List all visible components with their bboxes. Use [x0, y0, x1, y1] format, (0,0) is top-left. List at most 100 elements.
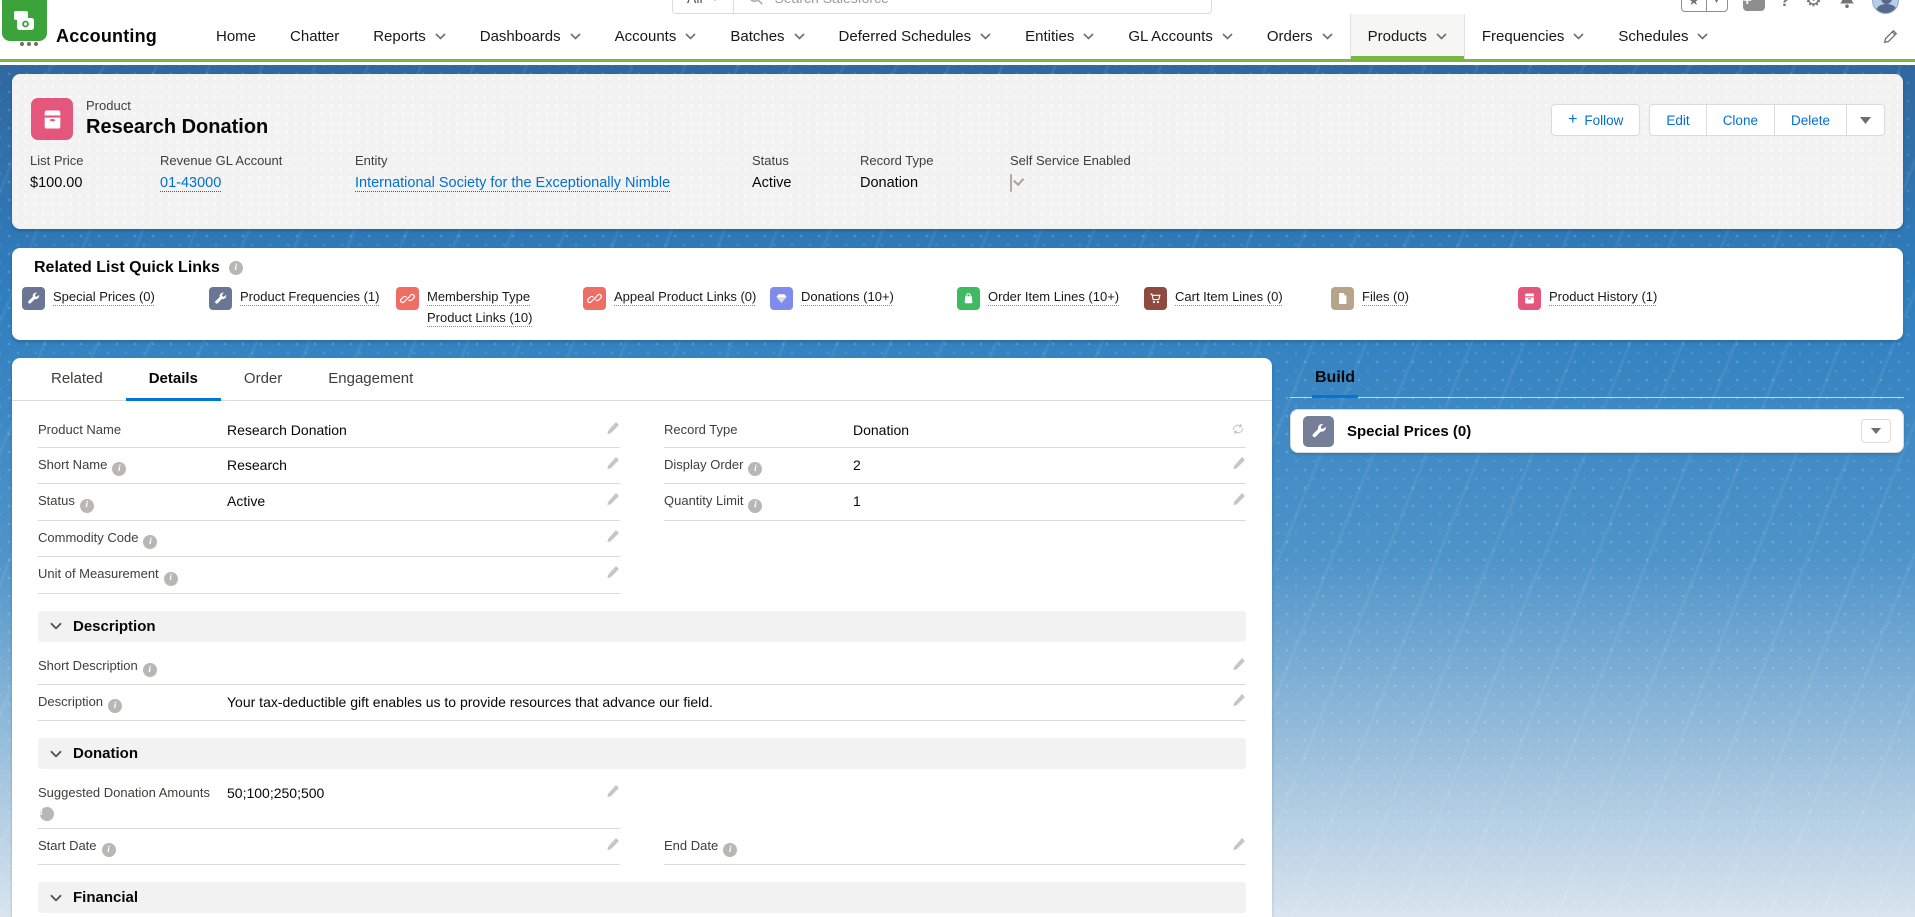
tab-details[interactable]: Details: [126, 358, 221, 401]
edit-page-pencil-icon[interactable]: [1882, 28, 1899, 45]
nav-tab-home[interactable]: Home: [199, 14, 273, 59]
nav-tab-orders[interactable]: Orders: [1250, 14, 1350, 59]
chevron-down-icon: [1222, 33, 1233, 40]
nav-tab-dashboards[interactable]: Dashboards: [463, 14, 598, 59]
quick-link-donations-10[interactable]: Donations (10+): [770, 287, 957, 329]
search-placeholder: Search Salesforce: [774, 0, 888, 6]
global-search-box[interactable]: All ▼ Search Salesforce: [672, 0, 1212, 14]
edit-field-pencil-icon[interactable]: [598, 421, 620, 436]
user-avatar[interactable]: [1872, 0, 1899, 14]
edit-field-pencil-icon[interactable]: [598, 565, 620, 580]
highlight-field-record-type: Record TypeDonation: [860, 153, 933, 191]
quick-link-product-history-1[interactable]: Product History (1): [1518, 287, 1903, 329]
tab-engagement[interactable]: Engagement: [305, 358, 436, 401]
edit-field-pencil-icon[interactable]: [1224, 693, 1246, 708]
field-row-short-name: Short NameiResearch: [38, 448, 620, 484]
notifications-icon[interactable]: [1837, 0, 1857, 11]
info-icon[interactable]: i: [143, 535, 157, 549]
special-prices-expand-button[interactable]: [1861, 419, 1891, 443]
tab-order[interactable]: Order: [221, 358, 305, 401]
search-scope-select[interactable]: All ▼: [673, 0, 733, 6]
favorites-icon[interactable]: ★▼: [1681, 0, 1728, 12]
link-icon: [583, 287, 606, 310]
field-row-start-date: Start Datei: [38, 829, 620, 865]
nav-tab-products[interactable]: Products: [1350, 14, 1465, 59]
field-row-commodity-code: Commodity Codei: [38, 521, 620, 557]
clone-button[interactable]: Clone: [1706, 104, 1774, 136]
edit-field-pencil-icon[interactable]: [1224, 837, 1246, 852]
field-row-product-name: Product NameResearch Donation: [38, 413, 620, 448]
quick-links-card: Related List Quick Links i Special Price…: [12, 248, 1903, 340]
page-background: Product Research Donation + Follow EditC…: [0, 65, 1915, 917]
section-header-donation[interactable]: Donation: [38, 738, 1246, 769]
nav-tab-schedules[interactable]: Schedules: [1601, 14, 1725, 59]
edit-field-pencil-icon[interactable]: [1224, 657, 1246, 672]
product-object-icon: [31, 98, 73, 140]
info-icon[interactable]: i: [80, 499, 94, 513]
info-icon[interactable]: i: [112, 462, 126, 476]
edit-field-pencil-icon[interactable]: [598, 784, 620, 799]
field-row-status: StatusiActive: [38, 484, 620, 520]
special-prices-related-card[interactable]: Special Prices (0): [1290, 409, 1904, 453]
info-icon[interactable]: i: [102, 843, 116, 857]
wrench-icon: [22, 287, 45, 310]
section-header-financial[interactable]: Financial: [38, 882, 1246, 913]
info-icon[interactable]: i: [229, 261, 243, 275]
section-header-description[interactable]: Description: [38, 611, 1246, 642]
more-actions-button[interactable]: [1846, 104, 1885, 136]
info-icon[interactable]: i: [723, 843, 737, 857]
chevron-down-icon: [1083, 33, 1094, 40]
quick-link-files-0[interactable]: Files (0): [1331, 287, 1518, 329]
delete-button[interactable]: Delete: [1774, 104, 1846, 136]
quick-links-title: Related List Quick Links i: [34, 259, 1903, 277]
nav-tab-chatter[interactable]: Chatter: [273, 14, 356, 59]
nav-tab-entities[interactable]: Entities: [1008, 14, 1111, 59]
chevron-down-icon: [1573, 33, 1584, 40]
quick-link-product-frequencies-1[interactable]: Product Frequencies (1): [209, 287, 396, 329]
edit-field-pencil-icon[interactable]: [1224, 492, 1246, 507]
info-icon[interactable]: i: [748, 462, 762, 476]
chevron-down-icon: [570, 33, 581, 40]
nav-tab-frequencies[interactable]: Frequencies: [1465, 14, 1602, 59]
quick-link-order-item-lines-10[interactable]: Order Item Lines (10+): [957, 287, 1144, 329]
nav-tab-reports[interactable]: Reports: [356, 14, 463, 59]
self-service-enabled-checkbox[interactable]: [1010, 174, 1012, 192]
info-icon[interactable]: i: [108, 699, 122, 713]
quick-link-special-prices-0[interactable]: Special Prices (0): [22, 287, 209, 329]
edit-field-pencil-icon[interactable]: [598, 529, 620, 544]
info-icon[interactable]: i: [40, 807, 54, 821]
nav-tab-accounts[interactable]: Accounts: [598, 14, 714, 59]
info-icon[interactable]: i: [748, 499, 762, 513]
info-icon[interactable]: i: [143, 663, 157, 677]
highlight-field-self-service-enabled: Self Service Enabled: [1010, 153, 1131, 191]
edit-button[interactable]: Edit: [1649, 104, 1705, 136]
field-row-quantity-limit: Quantity Limiti1: [664, 484, 1246, 520]
help-icon[interactable]: ?: [1780, 0, 1790, 11]
follow-button[interactable]: + Follow: [1551, 104, 1640, 136]
info-icon[interactable]: i: [164, 572, 178, 586]
nav-tab-gl-accounts[interactable]: GL Accounts: [1111, 14, 1250, 59]
tab-build[interactable]: Build: [1290, 358, 1904, 398]
chevron-down-icon: [50, 894, 62, 902]
tab-related[interactable]: Related: [28, 358, 126, 401]
edit-field-pencil-icon[interactable]: [598, 837, 620, 852]
quick-link-cart-item-lines-0[interactable]: Cart Item Lines (0): [1144, 287, 1331, 329]
edit-field-pencil-icon[interactable]: [1224, 456, 1246, 471]
global-actions-icon[interactable]: +: [1743, 0, 1765, 11]
chevron-down-icon: [980, 33, 991, 40]
nav-tab-deferred-schedules[interactable]: Deferred Schedules: [822, 14, 1009, 59]
revenue-gl-account-link[interactable]: 01-43000: [160, 175, 221, 191]
edit-field-pencil-icon[interactable]: [598, 492, 620, 507]
nav-tab-batches[interactable]: Batches: [713, 14, 821, 59]
quick-link-membership-type-product-links-10[interactable]: Membership Type Product Links (10): [396, 287, 583, 329]
gem-icon: [770, 287, 793, 310]
record-tabs: RelatedDetailsOrderEngagement: [12, 358, 1272, 401]
edit-field-pencil-icon[interactable]: [598, 456, 620, 471]
highlight-field-revenue-gl-account: Revenue GL Account01-43000: [160, 153, 282, 191]
setup-icon[interactable]: ⚙: [1805, 0, 1822, 12]
cart-icon: [1144, 287, 1167, 310]
change-record-type-icon[interactable]: [1224, 421, 1246, 437]
entity-link[interactable]: International Society for the Exceptiona…: [355, 175, 670, 191]
quick-link-appeal-product-links-0[interactable]: Appeal Product Links (0): [583, 287, 770, 329]
record-action-button-group: EditCloneDelete: [1649, 104, 1885, 136]
